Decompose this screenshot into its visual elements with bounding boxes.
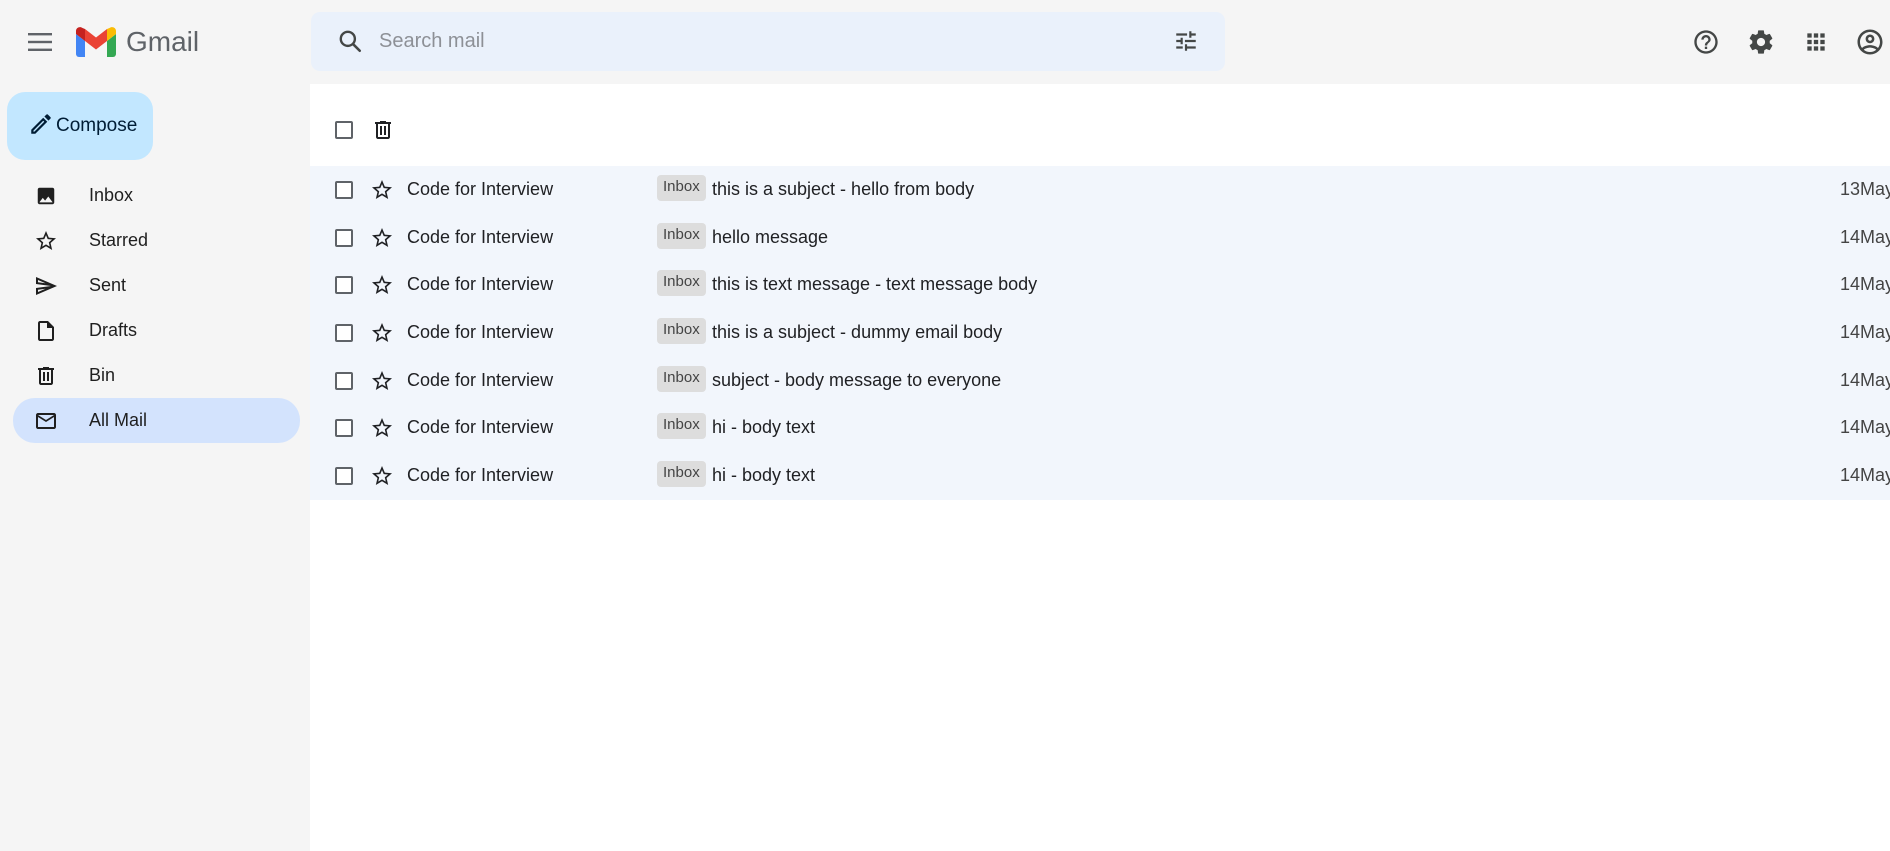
sidebar-item-all-mail[interactable]: All Mail — [13, 398, 300, 443]
email-subject: hi - body text — [712, 465, 816, 486]
app-name: Gmail — [126, 26, 200, 57]
email-row[interactable]: Code for Interview Inbox this is text me… — [310, 261, 1890, 310]
help-icon[interactable] — [1690, 26, 1722, 58]
row-checkbox[interactable] — [335, 181, 353, 199]
star-icon[interactable] — [370, 321, 394, 350]
label-badge: Inbox — [657, 461, 706, 488]
email-subject: subject - body message to everyone — [712, 369, 1002, 390]
sidebar-item-label: All Mail — [89, 410, 148, 430]
email-date: 14May — [1840, 322, 1890, 343]
delete-icon[interactable] — [371, 117, 395, 148]
row-checkbox[interactable] — [335, 371, 353, 390]
email-subject: hi - body text — [712, 417, 816, 438]
email-sender: Code for Interview — [407, 369, 554, 390]
top-bar: Gmail — [0, 0, 1890, 84]
send-icon — [33, 273, 59, 299]
sidebar: Compose Inbox Starred Sent Drafts Bin Al… — [0, 84, 310, 851]
star-icon[interactable] — [370, 369, 394, 398]
sidebar-item-label: Inbox — [89, 185, 134, 205]
search-bar[interactable] — [311, 12, 1225, 71]
pencil-icon — [28, 111, 54, 142]
email-row[interactable]: Code for Interview Inbox hello message 1… — [310, 213, 1890, 262]
row-checkbox[interactable] — [335, 276, 353, 295]
email-row[interactable]: Code for Interview Inbox this is a subje… — [310, 309, 1890, 357]
email-row[interactable]: Code for Interview Inbox this is a subje… — [310, 166, 1890, 214]
email-date: 14May — [1840, 417, 1890, 438]
search-icon[interactable] — [337, 28, 363, 59]
search-input[interactable] — [379, 12, 1139, 71]
email-sender: Code for Interview — [407, 322, 554, 343]
email-subject: this is a subject - dummy email body — [712, 322, 1003, 343]
gmail-m-icon — [76, 27, 116, 57]
star-icon[interactable] — [370, 464, 394, 493]
list-toolbar — [310, 84, 1890, 166]
star-icon[interactable] — [370, 273, 394, 302]
email-list: Code for Interview Inbox this is a subje… — [310, 166, 1890, 500]
mail-panel: Code for Interview Inbox this is a subje… — [310, 84, 1890, 851]
label-badge: Inbox — [657, 270, 706, 297]
label-badge: Inbox — [657, 413, 706, 440]
row-checkbox[interactable] — [335, 324, 353, 343]
select-all-checkbox[interactable] — [335, 121, 353, 139]
row-checkbox[interactable] — [335, 228, 353, 247]
sidebar-nav: Inbox Starred Sent Drafts Bin All Mail — [13, 173, 300, 443]
email-date: 14May — [1840, 274, 1890, 295]
email-date: 14May — [1840, 465, 1890, 486]
label-badge: Inbox — [657, 222, 706, 249]
email-row[interactable]: Code for Interview Inbox hi - body text … — [310, 452, 1890, 500]
email-sender: Code for Interview — [407, 179, 554, 199]
sidebar-item-label: Sent — [89, 275, 127, 295]
email-date: 14May — [1840, 226, 1890, 247]
mail-icon — [33, 408, 59, 434]
sidebar-item-starred[interactable]: Starred — [13, 218, 300, 263]
compose-button[interactable]: Compose — [7, 92, 153, 160]
email-subject: this is a subject - hello from body — [712, 179, 975, 199]
row-checkbox[interactable] — [335, 419, 353, 438]
email-sender: Code for Interview — [407, 274, 554, 295]
email-sender: Code for Interview — [407, 465, 554, 486]
email-date: 14May — [1840, 369, 1890, 390]
apps-grid-icon[interactable] — [1800, 26, 1832, 58]
sidebar-item-label: Drafts — [89, 320, 138, 340]
compose-label: Compose — [56, 115, 138, 136]
sidebar-item-drafts[interactable]: Drafts — [13, 308, 300, 353]
email-sender: Code for Interview — [407, 417, 554, 438]
star-icon[interactable] — [370, 416, 394, 445]
sidebar-item-sent[interactable]: Sent — [13, 263, 300, 308]
star-icon[interactable] — [370, 226, 394, 255]
inbox-icon — [33, 183, 59, 209]
star-icon[interactable] — [370, 178, 394, 207]
trash-icon — [33, 363, 59, 389]
sidebar-item-inbox[interactable]: Inbox — [13, 173, 300, 218]
gear-icon[interactable] — [1745, 26, 1777, 58]
sidebar-item-bin[interactable]: Bin — [13, 353, 300, 398]
email-subject: this is text message - text message body — [712, 274, 1038, 295]
label-badge: Inbox — [657, 365, 706, 392]
row-checkbox[interactable] — [335, 467, 353, 486]
email-sender: Code for Interview — [407, 226, 554, 247]
email-row[interactable]: Code for Interview Inbox hi - body text … — [310, 404, 1890, 453]
email-row[interactable]: Code for Interview Inbox subject - body … — [310, 356, 1890, 405]
gmail-logo[interactable]: Gmail — [76, 24, 199, 60]
account-circle-icon[interactable] — [1854, 26, 1886, 58]
star-icon — [33, 228, 59, 254]
draft-icon — [33, 318, 59, 344]
sidebar-item-label: Bin — [89, 365, 116, 385]
email-subject: hello message — [712, 226, 829, 247]
label-badge: Inbox — [657, 175, 706, 201]
email-date: 13May — [1840, 179, 1890, 199]
menu-icon[interactable] — [25, 27, 55, 57]
sidebar-item-label: Starred — [89, 230, 149, 250]
tune-icon[interactable] — [1173, 28, 1199, 59]
label-badge: Inbox — [657, 318, 706, 345]
